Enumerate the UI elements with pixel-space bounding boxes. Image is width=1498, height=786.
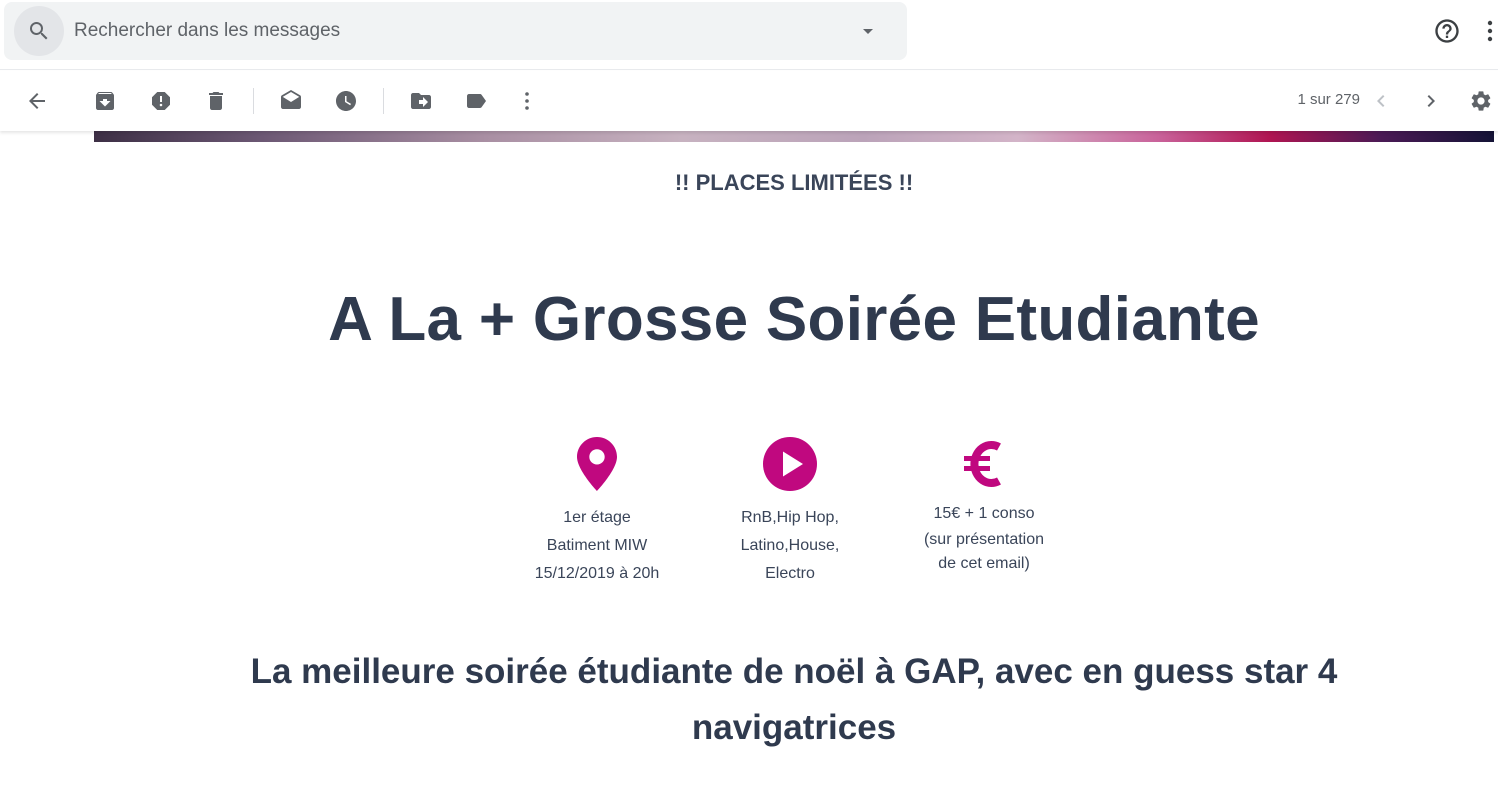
mark-unread-button[interactable] [275, 85, 307, 117]
email-subheadline: La meilleure soirée étudiante de noël à … [250, 652, 1338, 747]
search-options-button[interactable] [856, 19, 880, 43]
info-line: Electro [765, 565, 815, 582]
arrow-back-icon [29, 93, 45, 109]
pagination-count: 1 sur 279 [1297, 91, 1360, 108]
archive-icon [96, 92, 114, 110]
email-headline: A La + Grosse Soirée Etudiante [328, 285, 1260, 354]
search-icon [30, 22, 48, 40]
more-vert-icon [1487, 20, 1493, 42]
euro-icon [964, 441, 1001, 487]
caret-down-icon [863, 29, 873, 34]
info-line: de cet email) [938, 555, 1030, 572]
info-line: RnB,Hip Hop, [741, 509, 839, 526]
back-button[interactable] [21, 85, 53, 117]
more-actions-button[interactable] [511, 85, 543, 117]
limited-places-notice: !! PLACES LIMITÉES !! [674, 170, 914, 195]
info-line: Latino,House, [740, 537, 840, 554]
search-bar[interactable] [4, 2, 907, 60]
chevron-left-icon [1377, 95, 1385, 107]
previous-message-button[interactable] [1365, 85, 1397, 117]
info-line: (sur présentation [923, 531, 1045, 548]
delete-button[interactable] [200, 85, 232, 117]
move-to-icon [411, 93, 431, 109]
next-message-button[interactable] [1415, 85, 1447, 117]
search-input[interactable] [74, 16, 834, 46]
move-to-button[interactable] [405, 85, 437, 117]
play-circle-icon [763, 437, 817, 491]
more-options-button[interactable] [1482, 15, 1498, 47]
location-pin-icon [577, 437, 617, 491]
label-icon [467, 94, 486, 108]
info-line: 1er étage [563, 509, 631, 526]
info-music: RnB,Hip Hop, Latino,House, Electro [690, 436, 890, 588]
toolbar-divider [253, 88, 254, 114]
top-bar [0, 0, 1498, 70]
archive-button[interactable] [89, 85, 121, 117]
search-button[interactable] [14, 6, 64, 56]
message-toolbar: 1 sur 279 [0, 71, 1498, 131]
delete-icon [209, 92, 223, 110]
report-spam-button[interactable] [145, 85, 177, 117]
info-location: 1er étage Batiment MIW 15/12/2019 à 20h [497, 436, 697, 588]
chevron-right-icon [1427, 95, 1435, 107]
label-button[interactable] [460, 85, 492, 117]
snooze-icon [336, 91, 356, 111]
settings-button[interactable] [1465, 85, 1497, 117]
info-line: 15€ + 1 conso [933, 505, 1035, 522]
mark-unread-icon [281, 90, 301, 109]
help-button[interactable] [1431, 15, 1463, 47]
info-price: 15€ + 1 conso (sur présentation de cet e… [884, 436, 1084, 577]
help-icon [1435, 19, 1459, 43]
toolbar-divider [383, 88, 384, 114]
info-line: Batiment MIW [546, 537, 648, 554]
more-vert-icon [525, 92, 529, 110]
report-spam-icon [152, 92, 170, 110]
snooze-button[interactable] [330, 85, 362, 117]
info-line: 15/12/2019 à 20h [534, 565, 660, 582]
settings-icon [1471, 91, 1491, 111]
